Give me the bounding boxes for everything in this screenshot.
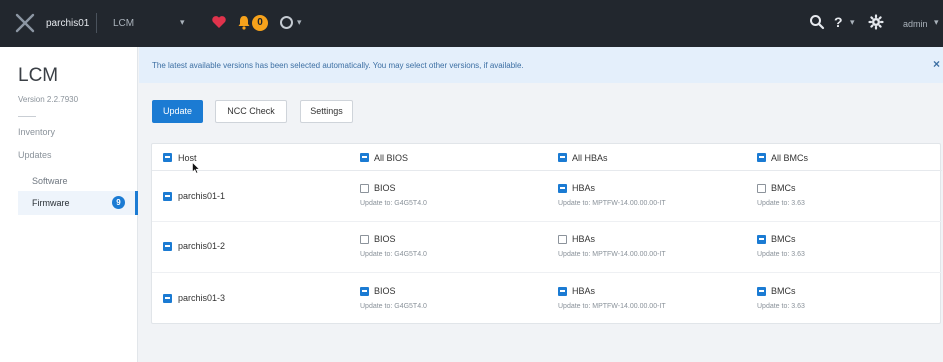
sidebar-divider	[18, 116, 36, 117]
bmcs-checkbox[interactable]	[757, 184, 766, 193]
column-header-bios: All BIOS	[374, 153, 409, 163]
hbas-label: HBAs	[572, 183, 596, 193]
top-navigation-bar: parchis01 LCM ▾ 0 ▾ ? ▾ admin ▾	[0, 0, 943, 47]
bios-label: BIOS	[374, 286, 396, 296]
info-banner: The latest available versions has been s…	[139, 47, 943, 83]
bmcs-update-version: Update to: 3.63	[757, 251, 805, 258]
alert-count-badge[interactable]: 0	[252, 15, 268, 31]
bmcs-checkbox[interactable]	[757, 235, 766, 244]
hbas-update-version: Update to: MPTFW-14.00.00.00-IT	[558, 303, 666, 310]
chevron-down-icon[interactable]: ▾	[297, 17, 302, 28]
ncc-check-button[interactable]: NCC Check	[215, 100, 287, 123]
settings-button[interactable]: Settings	[300, 100, 353, 123]
tasks-circle-icon[interactable]	[280, 16, 293, 29]
close-icon[interactable]: ×	[933, 57, 940, 71]
banner-message: The latest available versions has been s…	[152, 61, 524, 70]
hbas-checkbox[interactable]	[558, 184, 567, 193]
bmcs-label: BMCs	[771, 234, 796, 244]
firmware-update-table: Host All BIOS All HBAs All BMCs parchis0…	[151, 143, 942, 324]
version-label: Version 2.2.7930	[18, 95, 79, 104]
bmcs-label: BMCs	[771, 286, 796, 296]
hbas-label: HBAs	[572, 286, 596, 296]
hbas-checkbox[interactable]	[558, 235, 567, 244]
search-icon[interactable]	[809, 14, 825, 30]
app-switcher-label[interactable]: LCM	[113, 18, 134, 29]
sidebar-item-label: Firmware	[32, 198, 70, 208]
sidebar-item-software[interactable]: Software	[32, 176, 68, 186]
table-header: Host All BIOS All HBAs All BMCs	[152, 144, 942, 171]
topbar-divider	[96, 13, 97, 33]
bios-label: BIOS	[374, 234, 396, 244]
host-checkbox[interactable]	[163, 294, 172, 303]
bmcs-update-version: Update to: 3.63	[757, 200, 805, 207]
bios-checkbox[interactable]	[360, 235, 369, 244]
bios-update-version: Update to: G4G5T4.0	[360, 200, 427, 207]
chevron-down-icon[interactable]: ▾	[850, 17, 855, 28]
firmware-count-badge: 9	[112, 196, 125, 209]
row-divider	[152, 221, 942, 222]
bios-update-version: Update to: G4G5T4.0	[360, 303, 427, 310]
host-name: parchis01-3	[178, 293, 226, 303]
left-sidebar: LCM Version 2.2.7930 Inventory Updates S…	[0, 47, 138, 362]
select-all-hbas-checkbox[interactable]	[558, 153, 567, 162]
host-name: parchis01-2	[178, 241, 226, 251]
bios-checkbox[interactable]	[360, 184, 369, 193]
hbas-update-version: Update to: MPTFW-14.00.00.00-IT	[558, 251, 666, 258]
bios-update-version: Update to: G4G5T4.0	[360, 251, 427, 258]
column-header-hbas: All HBAs	[572, 153, 608, 163]
health-heart-icon[interactable]	[211, 14, 227, 30]
column-header-bmcs: All BMCs	[771, 153, 809, 163]
sidebar-item-updates[interactable]: Updates	[18, 150, 52, 160]
bmcs-update-version: Update to: 3.63	[757, 303, 805, 310]
select-all-bios-checkbox[interactable]	[360, 153, 369, 162]
chevron-down-icon[interactable]: ▾	[934, 17, 939, 28]
sidebar-item-inventory[interactable]: Inventory	[18, 127, 55, 137]
row-divider	[152, 272, 942, 273]
alerts-bell-icon[interactable]	[236, 14, 252, 31]
cluster-name[interactable]: parchis01	[46, 18, 89, 29]
chevron-down-icon[interactable]: ▾	[180, 17, 185, 28]
hbas-checkbox[interactable]	[558, 287, 567, 296]
gear-icon[interactable]	[868, 14, 884, 30]
bios-checkbox[interactable]	[360, 287, 369, 296]
host-checkbox[interactable]	[163, 192, 172, 201]
select-all-bmcs-checkbox[interactable]	[757, 153, 766, 162]
select-all-hosts-checkbox[interactable]	[163, 153, 172, 162]
mouse-cursor-icon	[192, 162, 200, 174]
help-icon[interactable]: ?	[834, 14, 843, 30]
bios-label: BIOS	[374, 183, 396, 193]
hbas-update-version: Update to: MPTFW-14.00.00.00-IT	[558, 200, 666, 207]
bmcs-checkbox[interactable]	[757, 287, 766, 296]
host-name: parchis01-1	[178, 191, 226, 201]
host-checkbox[interactable]	[163, 242, 172, 251]
update-button[interactable]: Update	[152, 100, 203, 123]
hbas-label: HBAs	[572, 234, 596, 244]
bmcs-label: BMCs	[771, 183, 796, 193]
user-menu[interactable]: admin	[903, 19, 928, 29]
nutanix-logo-icon[interactable]	[14, 12, 36, 34]
sidebar-item-firmware[interactable]: Firmware 9	[18, 191, 138, 215]
page-title: LCM	[18, 65, 59, 86]
